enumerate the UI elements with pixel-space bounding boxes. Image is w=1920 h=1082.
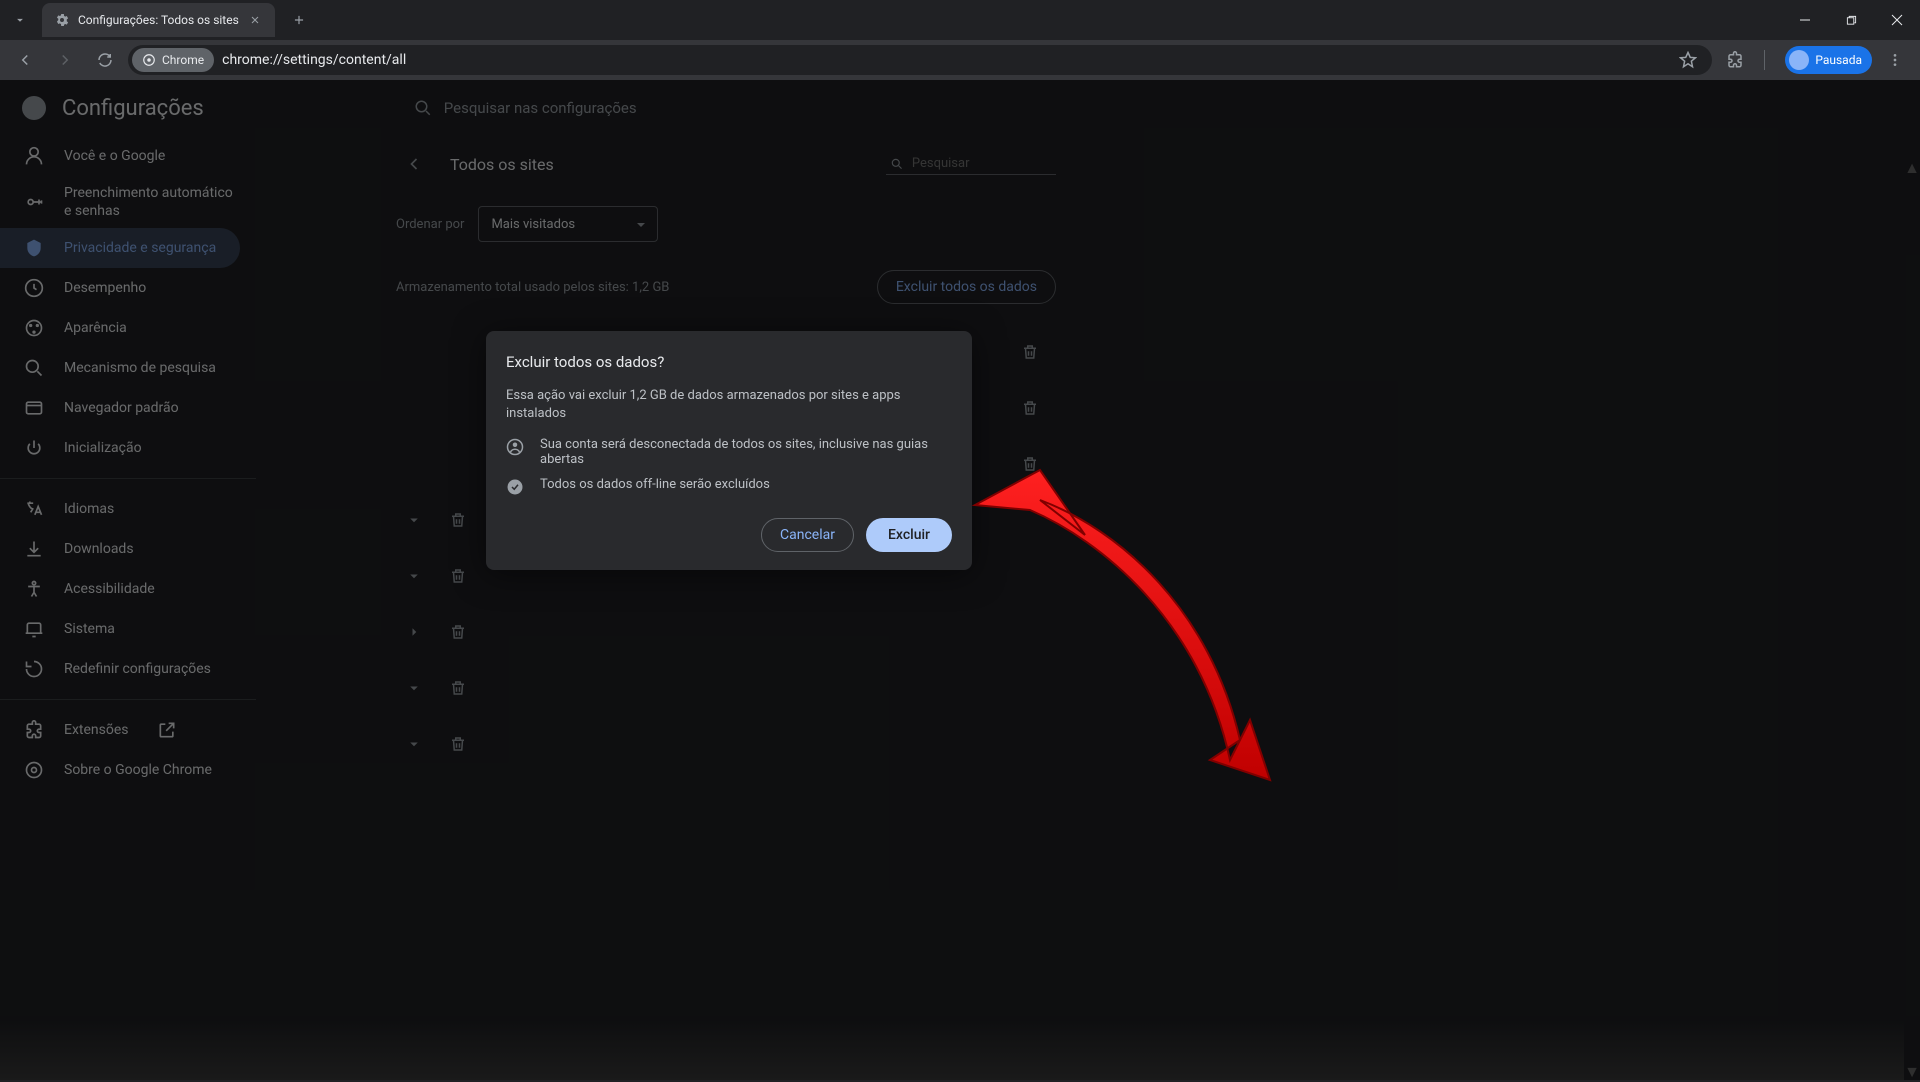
search-settings[interactable]: Pesquisar nas configurações: [414, 99, 637, 117]
check-circle-icon: [506, 478, 524, 496]
forward-button[interactable]: [48, 43, 82, 77]
settings-header: Configurações Pesquisar nas configuraçõe…: [0, 80, 1920, 136]
storage-text: Armazenamento total usado pelos sites: 1…: [396, 280, 669, 295]
confirm-delete-dialog: Excluir todos os dados? Essa ação vai ex…: [486, 331, 972, 570]
sidebar-item-languages[interactable]: Idiomas: [0, 489, 240, 529]
expand-icon[interactable]: [396, 614, 432, 650]
search-settings-placeholder: Pesquisar nas configurações: [444, 99, 637, 117]
bottom-fade: [0, 1020, 1920, 1080]
separator: [1764, 50, 1765, 70]
panel-header: Todos os sites: [396, 136, 1056, 192]
settings-page: Configurações Pesquisar nas configuraçõe…: [0, 80, 1920, 1080]
window-controls: [1782, 0, 1920, 40]
avatar: [1789, 50, 1809, 70]
delete-site-button[interactable]: [1012, 390, 1048, 426]
expand-icon[interactable]: [396, 670, 432, 706]
minimize-button[interactable]: [1782, 0, 1828, 40]
sidebar-item-default-browser[interactable]: Navegador padrão: [0, 388, 240, 428]
sidebar-item-extensions[interactable]: Extensões: [0, 710, 240, 750]
panel-back-button[interactable]: [396, 146, 432, 182]
close-window-button[interactable]: [1874, 0, 1920, 40]
panel-search[interactable]: [886, 154, 1056, 175]
sidebar-item-appearance[interactable]: Aparência: [0, 308, 240, 348]
delete-site-button[interactable]: [440, 558, 476, 594]
panel-search-input[interactable]: [912, 156, 1052, 171]
bookmark-button[interactable]: [1674, 46, 1702, 74]
delete-site-button[interactable]: [440, 502, 476, 538]
sidebar-item-system[interactable]: Sistema: [0, 609, 240, 649]
sidebar-divider: [0, 699, 256, 700]
site-chip[interactable]: Chrome: [132, 48, 214, 72]
sidebar-item-accessibility[interactable]: Acessibilidade: [0, 569, 240, 609]
account-icon: [506, 438, 524, 456]
delete-site-button[interactable]: [440, 726, 476, 762]
cancel-button[interactable]: Cancelar: [761, 518, 854, 552]
search-icon: [414, 99, 432, 117]
chip-label: Chrome: [162, 53, 204, 67]
confirm-delete-button[interactable]: Excluir: [866, 518, 952, 552]
tab-close-button[interactable]: [247, 12, 263, 28]
dialog-item: Todos os dados off-line serão excluídos: [506, 477, 952, 496]
dialog-item: Sua conta será desconectada de todos os …: [506, 437, 952, 467]
panel-title: Todos os sites: [450, 155, 868, 174]
expand-icon[interactable]: [396, 726, 432, 762]
chrome-icon: [142, 53, 156, 67]
delete-site-button[interactable]: [1012, 334, 1048, 370]
settings-title: Configurações: [62, 96, 204, 121]
sidebar-item-reset[interactable]: Redefinir configurações: [0, 649, 240, 689]
sidebar-item-search-engine[interactable]: Mecanismo de pesquisa: [0, 348, 240, 388]
sort-label: Ordenar por: [396, 217, 464, 232]
chrome-menu-button[interactable]: [1878, 43, 1912, 77]
browser-toolbar: Chrome chrome://settings/content/all Pau…: [0, 40, 1920, 80]
delete-site-button[interactable]: [440, 614, 476, 650]
scroll-down-icon[interactable]: ▼: [1904, 1064, 1920, 1080]
delete-all-button[interactable]: Excluir todos os dados: [877, 270, 1056, 304]
sidebar-item-about[interactable]: Sobre o Google Chrome: [0, 750, 240, 790]
tab-search-dropdown[interactable]: [4, 4, 36, 36]
sidebar-item-startup[interactable]: Inicialização: [0, 428, 240, 468]
search-icon: [890, 156, 904, 172]
dialog-actions: Cancelar Excluir: [506, 518, 952, 552]
back-button[interactable]: [8, 43, 42, 77]
site-row[interactable]: [396, 716, 1056, 772]
sidebar-item-autofill[interactable]: Preenchimento automático e senhas: [0, 176, 240, 228]
browser-tab[interactable]: Configurações: Todos os sites: [42, 3, 275, 37]
profile-status: Pausada: [1815, 53, 1862, 67]
site-row[interactable]: [396, 604, 1056, 660]
chrome-logo-icon: [22, 96, 46, 120]
sort-row: Ordenar por Mais visitados: [396, 206, 1056, 242]
tab-title: Configurações: Todos os sites: [78, 13, 239, 27]
address-bar[interactable]: Chrome chrome://settings/content/all: [128, 45, 1712, 75]
url-text: chrome://settings/content/all: [222, 52, 406, 68]
external-link-icon: [157, 720, 177, 740]
sidebar-item-downloads[interactable]: Downloads: [0, 529, 240, 569]
expand-icon[interactable]: [396, 502, 432, 538]
storage-row: Armazenamento total usado pelos sites: 1…: [396, 270, 1056, 304]
site-row[interactable]: [396, 660, 1056, 716]
reload-button[interactable]: [88, 43, 122, 77]
maximize-button[interactable]: [1828, 0, 1874, 40]
sidebar-divider: [0, 478, 256, 479]
delete-site-button[interactable]: [440, 670, 476, 706]
expand-icon[interactable]: [396, 558, 432, 594]
profile-chip[interactable]: Pausada: [1785, 46, 1872, 74]
sidebar-item-performance[interactable]: Desempenho: [0, 268, 240, 308]
dialog-description: Essa ação vai excluir 1,2 GB de dados ar…: [506, 387, 952, 423]
delete-site-button[interactable]: [1012, 446, 1048, 482]
settings-sidebar: Você e o Google Preenchimento automático…: [0, 136, 256, 790]
sort-select[interactable]: Mais visitados: [478, 206, 658, 242]
scroll-up-icon[interactable]: ▲: [1904, 160, 1920, 176]
sidebar-item-you-and-google[interactable]: Você e o Google: [0, 136, 240, 176]
extensions-button[interactable]: [1718, 43, 1752, 77]
new-tab-button[interactable]: [285, 6, 313, 34]
scrollbar[interactable]: ▲ ▼: [1904, 160, 1920, 1080]
gear-icon: [54, 12, 70, 28]
titlebar: Configurações: Todos os sites: [0, 0, 1920, 40]
dialog-title: Excluir todos os dados?: [506, 353, 952, 371]
sidebar-item-privacy[interactable]: Privacidade e segurança: [0, 228, 240, 268]
